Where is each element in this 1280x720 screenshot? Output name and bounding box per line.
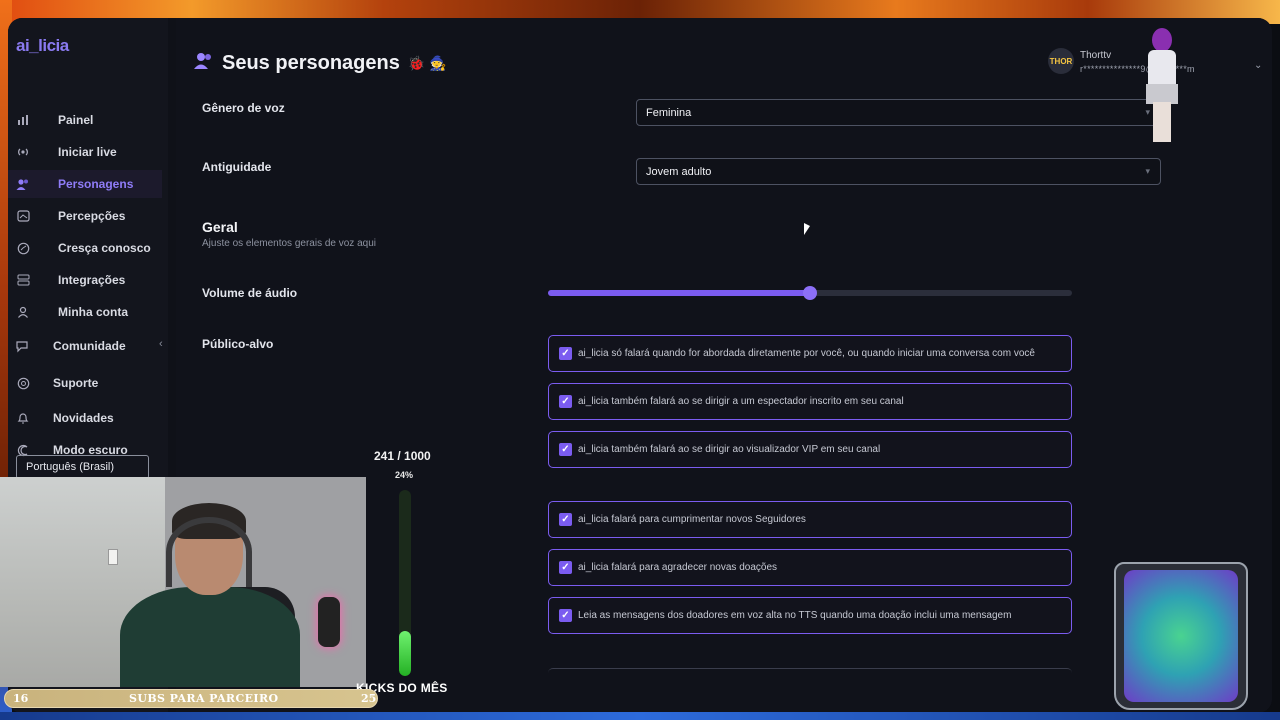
voice-gender-value: Feminina [646, 106, 692, 119]
sidebar-item-label: Integrações [58, 273, 126, 287]
checkbox-checked-icon[interactable]: ✓ [559, 347, 572, 360]
avatar: THOR [1048, 48, 1074, 74]
user-icon [16, 305, 30, 319]
sidebar-item-personagens[interactable]: Personagens [8, 170, 162, 198]
volume-slider-thumb[interactable] [803, 286, 817, 300]
microphone-icon [318, 597, 340, 647]
sidebar-item-suporte[interactable]: Suporte [8, 369, 162, 397]
subs-target: 25 [361, 692, 377, 705]
chevron-down-icon: ▾ [1145, 166, 1150, 176]
sidebar-item-label: Iniciar live [58, 145, 117, 159]
event-checkbox[interactable]: ✓ ai_licia falará para agradecer novas d… [548, 549, 1072, 586]
support-icon [16, 376, 30, 390]
sidebar-item-label: Minha conta [58, 305, 129, 319]
bell-icon [16, 411, 30, 425]
audience-label: Público-alvo [202, 337, 274, 351]
wall-switch [108, 549, 118, 565]
checkbox-label: ai_licia também falará ao se dirigir ao … [578, 444, 881, 455]
sidebar-item-painel[interactable]: Painel [8, 106, 162, 134]
webcam-overlay [0, 477, 366, 687]
voice-gender-select[interactable]: Feminina ▾ [636, 99, 1161, 126]
language-select[interactable]: Português (Brasil) [16, 455, 149, 479]
avatar-hair [1152, 28, 1172, 52]
audience-checkbox[interactable]: ✓ ai_licia só falará quando for abordada… [548, 335, 1072, 372]
user-name: Thorttv [1080, 50, 1112, 61]
tip-jar-content [1124, 570, 1238, 702]
bar-chart-icon [16, 113, 30, 127]
goal-gauge [399, 490, 411, 676]
avatar-legs [1153, 102, 1171, 142]
checkbox-checked-icon[interactable]: ✓ [559, 443, 572, 456]
goal-count: 241 / 1000 [374, 449, 431, 463]
streamer [120, 503, 300, 687]
subs-current: 16 [13, 692, 29, 705]
age-value: Jovem adulto [646, 165, 712, 178]
checkbox-label: ai_licia também falará ao se dirigir a u… [578, 396, 904, 407]
integrations-icon [16, 273, 30, 287]
tip-jar-overlay [1114, 562, 1248, 710]
page-title-text: Seus personagens [222, 52, 400, 74]
checkbox-checked-icon[interactable]: ✓ [559, 513, 572, 526]
sidebar-item-label: Suporte [53, 376, 99, 390]
stream-frame-bottom [0, 712, 1280, 720]
title-emojis: 🐞 🧙 [407, 55, 447, 71]
sidebar-item-minha-conta[interactable]: Minha conta [8, 298, 162, 326]
next-checkbox-partial[interactable] [548, 668, 1072, 688]
goal-gauge-fill [399, 631, 411, 676]
sidebar-item-comunidade[interactable]: Comunidade [8, 332, 162, 360]
page-title: Seus personagens 🐞 🧙 [194, 52, 447, 75]
checkbox-label: Leia as mensagens dos doadores em voz al… [578, 610, 1012, 621]
sidebar-item-label: Comunidade [53, 339, 126, 353]
checkbox-label: ai_licia falará para cumprimentar novos … [578, 514, 806, 525]
headset-icon [166, 517, 252, 587]
mouse-cursor-icon [804, 223, 810, 235]
sidebar-item-iniciar-live[interactable]: Iniciar live [8, 138, 162, 166]
sidebar-item-integracoes[interactable]: Integrações [8, 266, 162, 294]
characters-icon [194, 52, 214, 75]
sidebar-item-label: Personagens [58, 177, 134, 191]
volume-slider[interactable] [548, 286, 1072, 300]
perception-icon [16, 209, 30, 223]
volume-slider-fill [548, 290, 810, 296]
subs-label: SUBS PARA PARCEIRO [129, 692, 279, 705]
broadcast-icon [16, 145, 30, 159]
sidebar-item-cresca-conosco[interactable]: Cresça conosco [8, 234, 162, 262]
checkbox-label: ai_licia só falará quando for abordada d… [578, 348, 1035, 359]
app-logo[interactable]: ai_licia [16, 36, 69, 56]
section-title: Geral [202, 219, 238, 235]
voice-gender-label: Gênero de voz [202, 101, 285, 115]
checkbox-label: ai_licia falará para agradecer novas doa… [578, 562, 778, 573]
age-select[interactable]: Jovem adulto ▾ [636, 158, 1161, 185]
event-checkbox[interactable]: ✓ Leia as mensagens dos doadores em voz … [548, 597, 1072, 634]
vtuber-avatar [1140, 28, 1184, 144]
section-subtitle: Ajuste os elementos gerais de voz aqui [202, 238, 376, 249]
subs-progress-bar: 16 SUBS PARA PARCEIRO 25 [4, 689, 378, 708]
volume-label: Volume de áudio [202, 286, 298, 300]
goal-percent: 24% [395, 470, 414, 480]
characters-icon [16, 177, 30, 191]
audience-checkbox[interactable]: ✓ ai_licia também falará ao se dirigir a… [548, 383, 1072, 420]
growth-icon [16, 241, 30, 255]
sidebar-item-label: Novidades [53, 411, 114, 425]
sidebar-item-novidades[interactable]: Novidades [8, 404, 162, 432]
collapse-sidebar-icon[interactable]: ‹ [159, 338, 163, 350]
streamer-body [120, 587, 300, 687]
community-icon [16, 339, 30, 353]
audience-checkbox[interactable]: ✓ ai_licia também falará ao se dirigir a… [548, 431, 1072, 468]
event-checkbox[interactable]: ✓ ai_licia falará para cumprimentar novo… [548, 501, 1072, 538]
sidebar-item-label: Percepções [58, 209, 126, 223]
chevron-down-icon[interactable]: ⌄ [1254, 60, 1262, 71]
checkbox-checked-icon[interactable]: ✓ [559, 561, 572, 574]
sidebar-item-label: Cresça conosco [58, 241, 151, 255]
checkbox-checked-icon[interactable]: ✓ [559, 609, 572, 622]
sidebar-item-percepcoes[interactable]: Percepções [8, 202, 162, 230]
avatar-skirt [1146, 84, 1178, 104]
age-label: Antiguidade [202, 160, 272, 174]
sidebar-item-label: Painel [58, 113, 94, 127]
checkbox-checked-icon[interactable]: ✓ [559, 395, 572, 408]
